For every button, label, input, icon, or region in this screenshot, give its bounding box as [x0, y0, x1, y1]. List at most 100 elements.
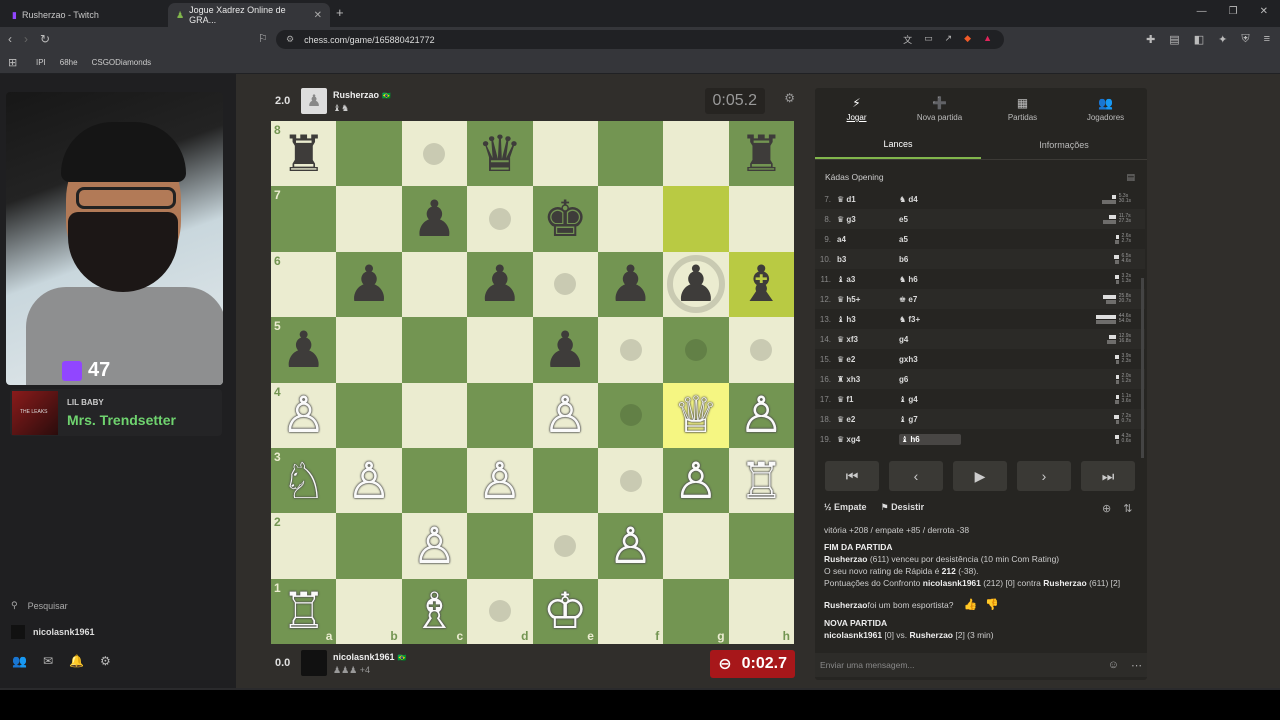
white-move[interactable]: ♛ f1	[837, 395, 899, 404]
leo-icon[interactable]: ✦	[1218, 33, 1227, 46]
bookmark-68he[interactable]: 68he	[60, 58, 78, 67]
new-game-player1[interactable]: nicolasnk1961	[824, 630, 882, 640]
back-icon[interactable]: ‹	[8, 32, 12, 46]
black-piece[interactable]: ♜	[281, 129, 326, 179]
square-d2[interactable]	[467, 513, 533, 579]
resign-button[interactable]: ⚑ Desistir	[881, 502, 925, 513]
square-c2[interactable]: ♙	[401, 513, 468, 579]
white-move[interactable]: ♛ d1	[837, 195, 899, 204]
legal-move-dot[interactable]	[750, 338, 773, 361]
black-move[interactable]: ♞ h6	[899, 275, 961, 284]
square-a8[interactable]: 8 ♜	[271, 121, 337, 187]
square-e6[interactable]	[532, 251, 598, 318]
square-b3[interactable]: ♙	[336, 447, 402, 514]
square-c3[interactable]	[401, 447, 468, 514]
square-h1[interactable]: h	[728, 578, 794, 644]
chat-input[interactable]: Enviar uma mensagem... ☺ ⋯	[815, 653, 1147, 677]
tab-twitch[interactable]: ▮ Rusherzao - Twitch	[4, 3, 164, 27]
vpn-icon[interactable]: ⛨	[1241, 33, 1249, 46]
square-d4[interactable]	[467, 382, 533, 448]
black-move[interactable]: ♝ g7	[899, 415, 961, 424]
square-b8[interactable]	[336, 121, 402, 187]
black-move[interactable]: ♝ h6	[899, 433, 961, 445]
mail-icon[interactable]: ✉	[43, 654, 53, 668]
white-move[interactable]: ♛ xg4	[837, 435, 899, 444]
legal-move-dot[interactable]	[684, 338, 707, 361]
square-h7[interactable]	[728, 186, 794, 252]
forward-icon[interactable]: ›	[24, 32, 28, 46]
square-f4[interactable]	[597, 382, 664, 448]
nav-new-game[interactable]: ➕ Nova partida	[898, 88, 981, 130]
white-piece[interactable]: ♔	[543, 586, 588, 636]
minimize-icon[interactable]: —	[1197, 6, 1207, 17]
legal-move-dot[interactable]	[488, 600, 511, 623]
thumbs-down-icon[interactable]: 👎	[985, 599, 999, 611]
square-d3[interactable]: ♙	[467, 447, 533, 514]
white-move[interactable]: a4	[837, 235, 899, 244]
square-a6[interactable]: 6	[271, 251, 337, 318]
nav-players[interactable]: 👥 Jogadores	[1064, 88, 1147, 130]
square-e4[interactable]: ♙	[532, 382, 598, 448]
square-c7[interactable]: ♟	[401, 186, 468, 252]
white-move[interactable]: ♛ h5+	[837, 295, 899, 304]
nav-play[interactable]: ⚡ Jogar	[815, 88, 898, 130]
white-piece[interactable]: ♙	[608, 521, 653, 571]
bookmark-csgodiamonds[interactable]: CSGODiamonds	[92, 58, 152, 67]
square-g5[interactable]	[663, 317, 729, 383]
square-e2[interactable]	[532, 513, 598, 579]
black-piece[interactable]: ♚	[543, 194, 588, 244]
white-piece[interactable]: ♖	[281, 586, 326, 636]
square-a4[interactable]: 4 ♙	[271, 382, 337, 448]
square-h2[interactable]	[728, 513, 794, 579]
black-piece[interactable]: ♟	[281, 325, 326, 375]
tab-moves[interactable]: Lances	[815, 130, 981, 159]
white-move[interactable]: ♝ a3	[837, 275, 899, 284]
next-move-button[interactable]: ›	[1017, 461, 1071, 491]
square-a5[interactable]: 5 ♟	[271, 317, 337, 383]
black-move[interactable]: ♞ f3+	[899, 315, 961, 324]
more-icon[interactable]: ⋯	[1131, 659, 1142, 672]
bottom-player-name[interactable]: nicolasnk1961	[333, 652, 395, 662]
square-h8[interactable]: ♜	[728, 121, 794, 187]
friends-icon[interactable]: 👥	[12, 654, 27, 668]
sport-name[interactable]: Rusherzao	[824, 599, 867, 611]
rewards-icon[interactable]: ▲	[983, 33, 992, 46]
legal-move-dot[interactable]	[554, 273, 577, 296]
first-move-button[interactable]: ⏮	[825, 461, 879, 491]
legal-move-dot[interactable]	[488, 208, 511, 231]
square-h3[interactable]: ♖	[728, 447, 794, 514]
square-e3[interactable]	[532, 447, 598, 514]
square-c5[interactable]	[401, 317, 468, 383]
white-piece[interactable]: ♙	[347, 456, 392, 506]
black-piece[interactable]: ♜	[739, 129, 784, 179]
score-player1[interactable]: nicolasnk1961	[923, 578, 981, 588]
twitch-user[interactable]: nicolasnk1961	[11, 625, 95, 639]
white-piece[interactable]: ♙	[674, 456, 719, 506]
square-c4[interactable]	[401, 382, 468, 448]
legal-move-dot[interactable]	[619, 469, 642, 492]
analysis-icon[interactable]: ⊕	[1102, 502, 1111, 515]
black-piece[interactable]: ♟	[412, 194, 457, 244]
close-icon[interactable]: ✕	[314, 10, 322, 21]
close-window-icon[interactable]: ✕	[1260, 6, 1268, 17]
brave-shield-icon[interactable]: ◆	[964, 33, 971, 46]
white-piece[interactable]: ♕	[674, 390, 719, 440]
black-move[interactable]: g6	[899, 375, 961, 384]
bookmark-ipi[interactable]: IPI	[36, 58, 46, 67]
white-piece[interactable]: ♘	[281, 456, 326, 506]
move-list-scrollbar[interactable]	[1141, 278, 1144, 458]
square-f3[interactable]	[597, 447, 664, 514]
settings-icon[interactable]: ⚙	[100, 654, 111, 668]
square-f2[interactable]: ♙	[597, 513, 664, 579]
bottom-player-avatar[interactable]	[301, 650, 327, 676]
white-move[interactable]: b3	[837, 255, 899, 264]
square-b5[interactable]	[336, 317, 402, 383]
emoji-icon[interactable]: ☺	[1108, 659, 1119, 672]
legal-move-dot[interactable]	[619, 404, 642, 427]
square-b2[interactable]	[336, 513, 402, 579]
square-c8[interactable]	[401, 121, 468, 187]
black-move[interactable]: b6	[899, 255, 961, 264]
square-f7[interactable]	[597, 186, 664, 252]
square-d1[interactable]: d	[467, 578, 533, 644]
white-piece[interactable]: ♙	[281, 390, 326, 440]
